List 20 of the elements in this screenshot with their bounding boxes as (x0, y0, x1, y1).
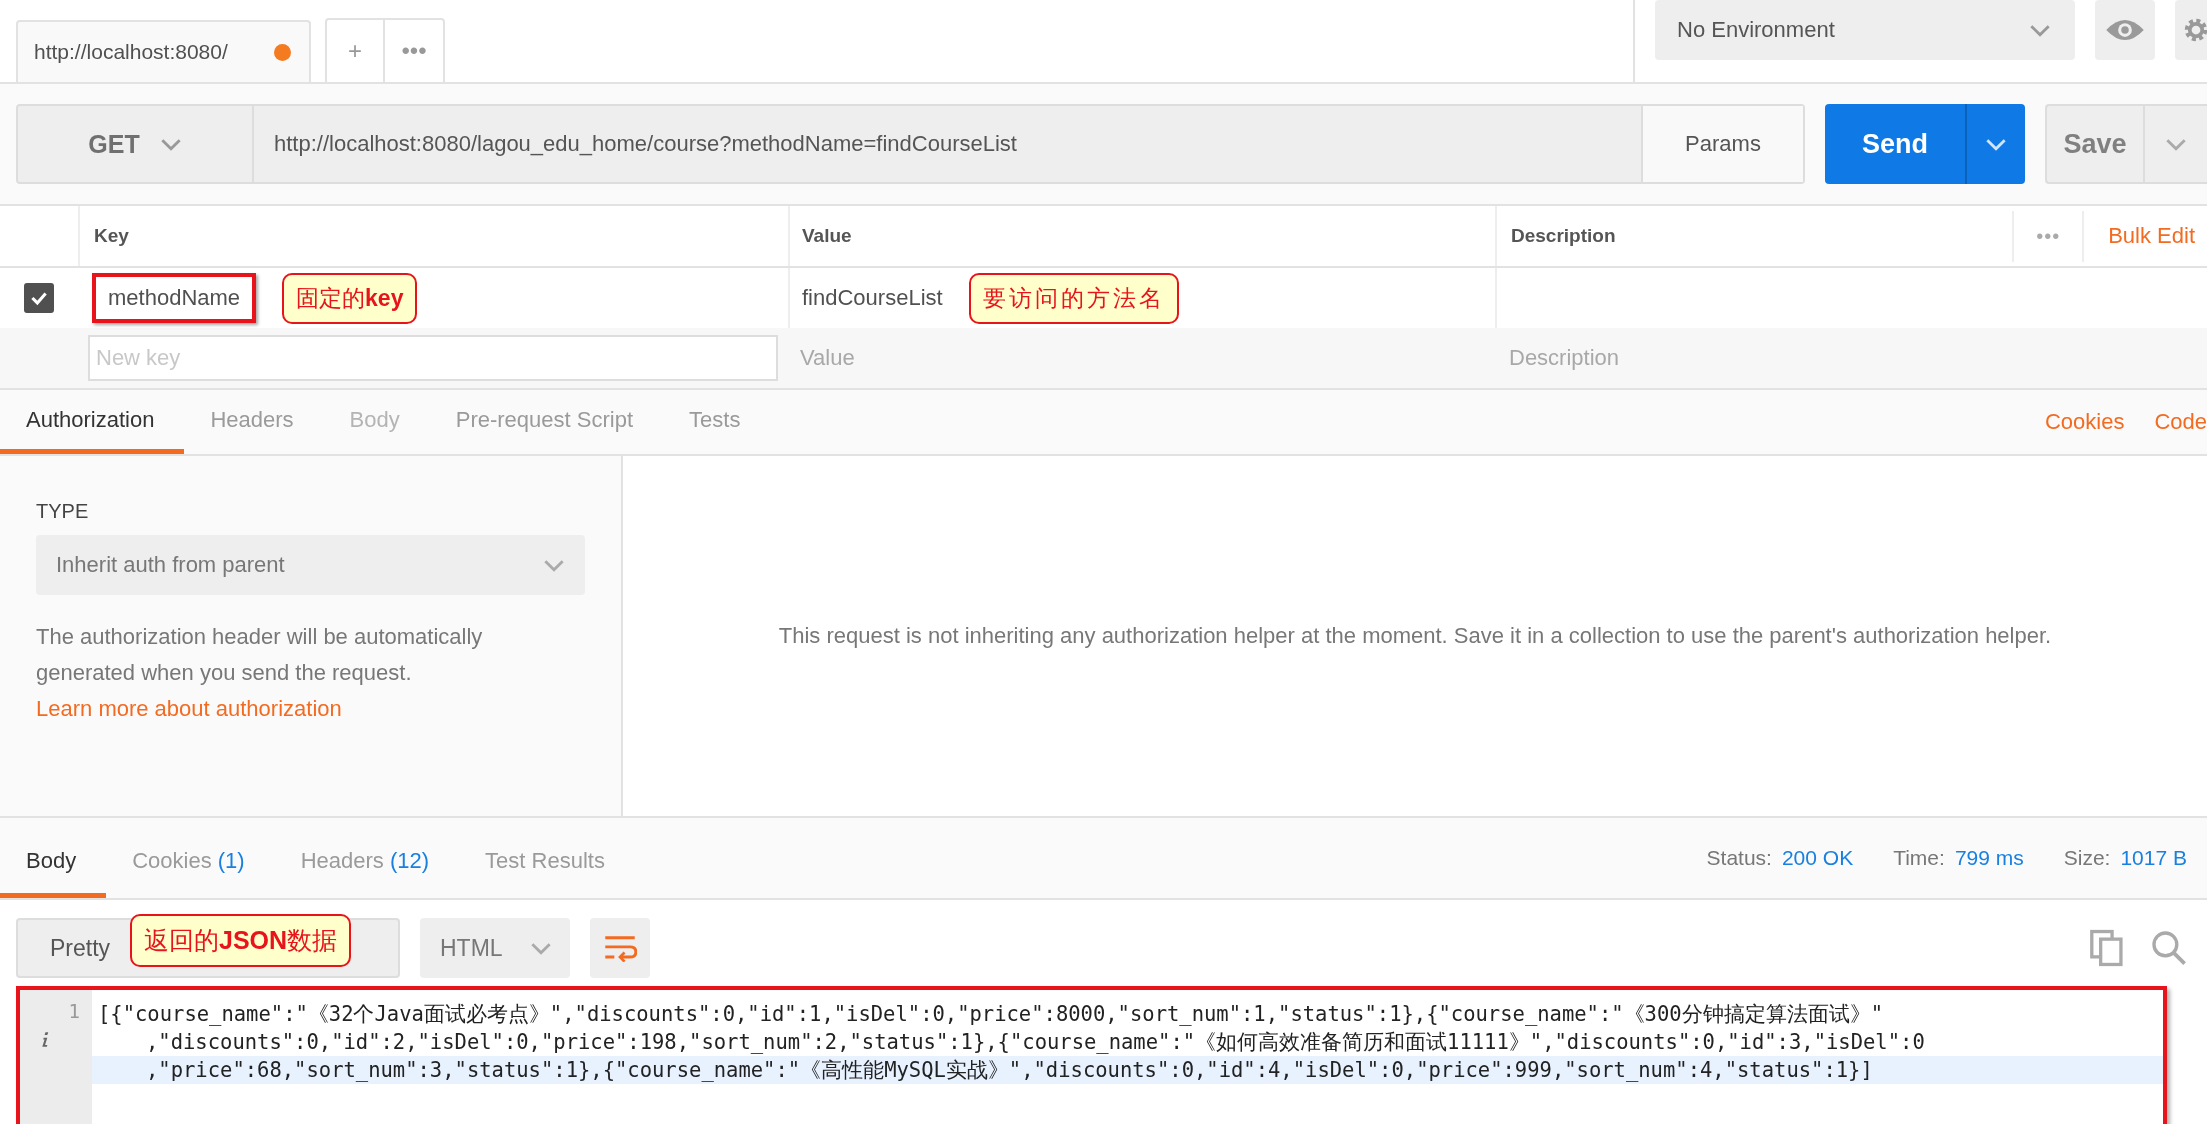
auth-message: This request is not inheriting any authorization helper at the moment. Save it in a collection to use the parent's authorization helper. (777, 622, 2053, 650)
type-label: TYPE (36, 500, 90, 523)
line-number: 1 (68, 1000, 80, 1022)
column-header: Description (1511, 225, 1616, 247)
column-header: Key (94, 225, 129, 247)
meta-value: 799 ms (1954, 846, 2024, 870)
annotation-callout: 要访问的方法名 (968, 272, 1179, 324)
meta-value: 200 OK (1781, 846, 1854, 870)
column-header: Value (802, 225, 852, 247)
meta-label: Time: (1893, 846, 1945, 870)
param-key: methodName (92, 273, 257, 323)
param-value: findCourseList (802, 285, 943, 311)
meta-label: Size: (2063, 846, 2111, 870)
code-line: ,"discounts":0,"id":2,"isDel":0,"price":198,"sort_num":2,"status":1},{"course_name":"《如何高效准备简历和面试11111》","discounts":0,"id":3,"isDel":0 (145, 1029, 1926, 1056)
auth-help-text: The authorization header will be automatically generated when you send the request. Learn more about authorization (36, 623, 484, 723)
code-line: [{"course_name":"《32个Java面试必考点》","discounts":0,"id":1,"isDel":0,"price":8000,"sort_num":1,"status":1},{"course_name":"《300分钟搞定算法面试》" (97, 1001, 1884, 1028)
annotation-tooltip: 返回的JSON数据 (130, 914, 352, 967)
meta-label: Status: (1706, 846, 1772, 870)
meta-value: 1017 B (2120, 846, 2187, 870)
annotation-callout: 固定的key (282, 272, 418, 324)
